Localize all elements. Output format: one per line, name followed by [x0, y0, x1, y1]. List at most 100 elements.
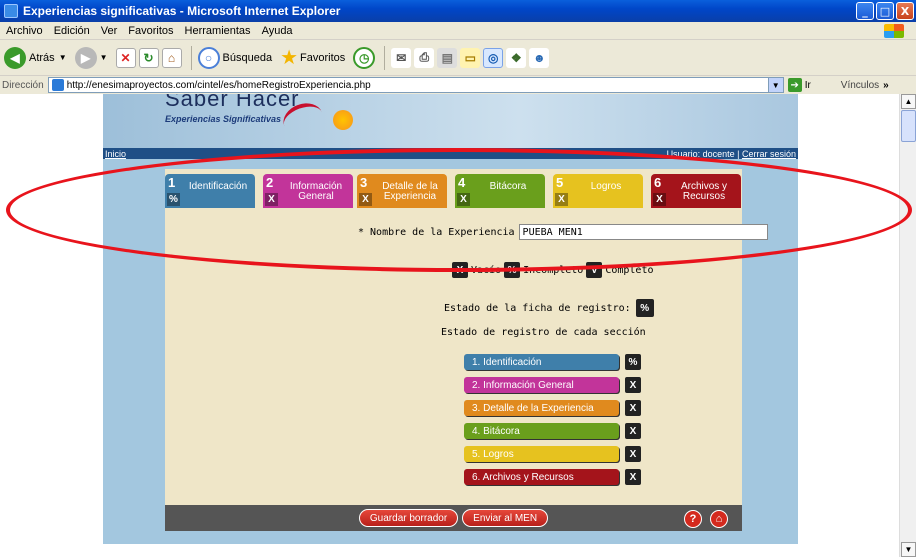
windows-logo-icon	[884, 24, 904, 38]
tab-label: Logros	[590, 181, 622, 192]
maximize-button[interactable]: □	[876, 2, 894, 20]
experience-name-label: * Nombre de la Experiencia	[358, 226, 515, 238]
tab-status-icon: X	[653, 193, 666, 206]
mail-icon[interactable]: ✉	[391, 47, 412, 68]
tab-4[interactable]: 4 Bitácora X	[455, 174, 545, 208]
refresh-icon[interactable]: ↻	[138, 47, 159, 68]
save-draft-button[interactable]: Guardar borrador	[358, 509, 459, 527]
menu-edicion[interactable]: Edición	[54, 25, 90, 37]
section-status-icon: X	[625, 446, 641, 462]
logout-link[interactable]: Cerrar sesión	[742, 149, 796, 159]
back-label: Atrás	[29, 51, 55, 64]
links-label[interactable]: Vínculos	[841, 80, 879, 91]
window-title: Experiencias significativas - Microsoft …	[23, 4, 341, 18]
scroll-down-icon[interactable]: ▼	[901, 542, 916, 557]
complete-status-icon: V	[586, 262, 603, 278]
status-legend: X Vacío % Incompleto V Completo	[449, 262, 654, 278]
help-icon[interactable]: ?	[684, 510, 702, 528]
address-input[interactable]: http://enesimaproyectos.com/cintel/es/ho…	[47, 77, 784, 93]
address-url: http://enesimaproyectos.com/cintel/es/ho…	[66, 79, 371, 91]
content-area	[103, 159, 798, 544]
page: Saber Hacer Experiencias Significativas …	[103, 94, 798, 544]
home-icon[interactable]: ⌂	[161, 47, 182, 68]
go-arrow-icon: ➔	[787, 78, 802, 92]
menu-ayuda[interactable]: Ayuda	[262, 25, 293, 37]
footer-bar: Guardar borrador Enviar al MEN ? ⌂	[165, 505, 742, 531]
favorites-button[interactable]: ★ Favoritos	[280, 45, 345, 70]
go-button[interactable]: ➔ Ir	[787, 78, 811, 92]
menu-archivo[interactable]: Archivo	[6, 25, 43, 37]
messenger-icon[interactable]: ◎	[483, 47, 504, 68]
forward-dropdown-icon: ▼	[99, 53, 108, 62]
brand-subtitle: Experiencias Significativas	[165, 114, 282, 124]
sections-status-title: Estado de registro de cada sección	[441, 327, 646, 338]
tab-6[interactable]: 6 Archivos y Recursos X	[651, 174, 741, 208]
section-button-1[interactable]: 1. Identificación	[464, 354, 619, 370]
section-button-3[interactable]: 3. Detalle de la Experiencia	[464, 400, 619, 416]
home-link[interactable]: Inicio	[105, 149, 126, 159]
logo-sun-icon	[333, 110, 353, 130]
search-button[interactable]: ○ Búsqueda	[197, 46, 272, 69]
tab-2[interactable]: 2 Información General X	[263, 174, 353, 208]
experience-name-row: * Nombre de la Experiencia	[358, 224, 768, 240]
vertical-scrollbar[interactable]: ▲ ▼	[899, 94, 916, 557]
print-icon[interactable]: ⎙	[414, 47, 435, 68]
back-arrow-icon: ◀	[4, 46, 26, 69]
tab-number: 3	[360, 175, 368, 190]
scroll-up-icon[interactable]: ▲	[901, 94, 916, 109]
tab-1[interactable]: 1 Identificación%	[165, 174, 255, 208]
history-icon[interactable]: ◷	[353, 46, 376, 69]
back-button[interactable]: ◀ Atrás ▼	[4, 46, 67, 69]
page-viewport: Saber Hacer Experiencias Significativas …	[0, 94, 916, 557]
legend-incomplete-label: Incompleto	[523, 264, 584, 276]
close-button[interactable]: X	[896, 2, 914, 20]
section-button-6[interactable]: 6. Archivos y Recursos	[464, 469, 619, 485]
menu-herramientas[interactable]: Herramientas	[185, 25, 251, 37]
tab-3[interactable]: 3 Detalle de la Experiencia X	[357, 174, 447, 208]
home-icon[interactable]: ⌂	[710, 510, 728, 528]
section-button-5[interactable]: 5. Logros	[464, 446, 619, 462]
tab-status-icon: %	[167, 193, 180, 206]
legend-complete-label: Completo	[605, 264, 654, 276]
tab-label: Archivos y Recursos	[680, 181, 728, 202]
address-bar: Dirección http://enesimaproyectos.com/ci…	[0, 76, 916, 94]
section-button-4[interactable]: 4. Bitácora	[464, 423, 619, 439]
incomplete-status-icon: %	[504, 262, 521, 278]
menu-favoritos[interactable]: Favoritos	[128, 25, 173, 37]
experience-name-input[interactable]	[518, 224, 768, 240]
ie-icon	[4, 4, 18, 18]
stop-icon[interactable]: ✕	[115, 47, 136, 68]
site-banner: Saber Hacer Experiencias Significativas	[103, 94, 798, 148]
section-status-icon: X	[625, 423, 641, 439]
user-info: Usuario: docente |	[666, 148, 740, 159]
users-icon[interactable]: ☻	[529, 47, 550, 68]
tab-status-icon: X	[359, 193, 372, 206]
address-dropdown-icon[interactable]: ▼	[767, 78, 783, 92]
form-panel	[165, 169, 742, 519]
research-icon[interactable]: ❖	[506, 47, 527, 68]
links-chevron-icon[interactable]: »	[883, 80, 889, 91]
menu-ver[interactable]: Ver	[101, 25, 118, 37]
edit-icon[interactable]: ▤	[437, 47, 458, 68]
title-bar: Experiencias significativas - Microsoft …	[0, 0, 916, 22]
menu-bar: Archivo Edición Ver Favoritos Herramient…	[0, 22, 916, 40]
tab-label: Identificación	[188, 181, 248, 192]
tab-label: Detalle de la Experiencia	[382, 181, 438, 202]
form-status-label: Estado de la ficha de registro:	[444, 302, 631, 314]
tab-status-icon: X	[265, 193, 278, 206]
toolbar: ◀ Atrás ▼ ▶ ▼ ✕ ↻ ⌂ ○ Búsqueda ★ Favorit…	[0, 40, 916, 76]
tab-number: 4	[458, 175, 466, 190]
favorites-label: Favoritos	[300, 51, 346, 64]
minimize-button[interactable]: _	[856, 2, 874, 20]
empty-status-icon: X	[452, 262, 468, 278]
scroll-thumb[interactable]	[901, 110, 916, 142]
tab-status-icon: X	[457, 193, 470, 206]
section-button-2[interactable]: 2. Información General	[464, 377, 619, 393]
send-to-men-button[interactable]: Enviar al MEN	[462, 509, 549, 527]
forward-button[interactable]: ▶ ▼	[74, 46, 108, 69]
back-dropdown-icon: ▼	[58, 53, 67, 62]
section-status-icon: X	[625, 377, 641, 393]
folder-icon[interactable]: ▭	[460, 47, 481, 68]
section-status-icon: X	[625, 469, 641, 485]
tab-5[interactable]: 5 Logros X	[553, 174, 643, 208]
